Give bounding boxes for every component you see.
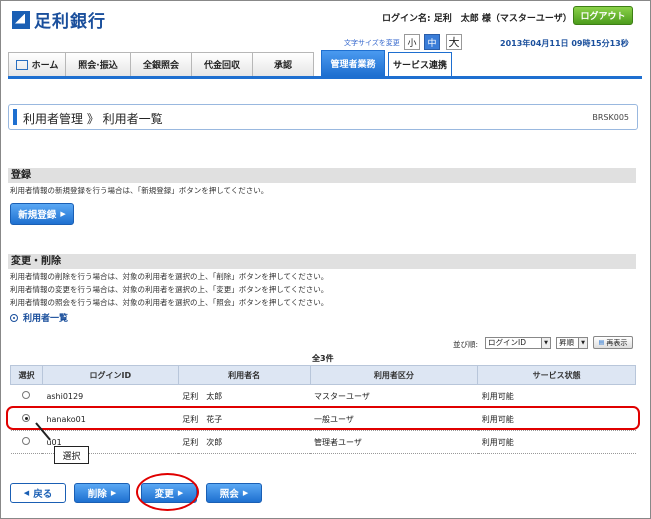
arrow-right-icon: ▶ bbox=[60, 210, 66, 218]
tab-approval[interactable]: 承認 bbox=[252, 52, 314, 76]
page-title-box: 利用者管理 》 利用者一覧 BRSK005 bbox=[8, 104, 638, 130]
table-row[interactable]: ashi0129 足利 太郎 マスターユーザ 利用可能 bbox=[10, 384, 636, 408]
table-header-row: 選択 ログインID 利用者名 利用者区分 サービス状態 bbox=[10, 365, 636, 385]
chevron-down-icon: ▼ bbox=[541, 338, 550, 348]
bank-name: 足利銀行 bbox=[34, 12, 106, 32]
tab-home[interactable]: ホーム bbox=[8, 52, 66, 76]
fontsize-small-button[interactable]: 小 bbox=[404, 34, 420, 50]
cell-user-name: 足利 次郎 bbox=[178, 430, 311, 454]
modify-description-change: 利用者情報の変更を行う場合は、対象の利用者を選択の上、「変更」ボタンを押してくだ… bbox=[10, 285, 329, 294]
register-description: 利用者情報の新規登録を行う場合は、「新規登録」ボタンを押してください。 bbox=[10, 186, 269, 195]
row-radio[interactable] bbox=[22, 391, 31, 399]
user-list-title: 利用者一覧 bbox=[10, 311, 68, 324]
cell-user-name: 足利 太郎 bbox=[178, 384, 311, 408]
arrow-right-icon: ▶ bbox=[242, 489, 249, 497]
column-header-service-status: サービス状態 bbox=[477, 365, 636, 385]
inquiry-label: 照会 bbox=[219, 489, 239, 500]
cell-service-status: 利用可能 bbox=[477, 384, 636, 408]
page-title-accent bbox=[13, 109, 17, 125]
login-info: ログイン名: 足利 太郎 様（マスターユーザ） bbox=[382, 11, 572, 24]
home-icon bbox=[15, 59, 28, 70]
delete-button[interactable]: 削除 ▶ bbox=[74, 483, 130, 503]
new-register-label: 新規登録 bbox=[18, 210, 57, 221]
modify-heading: 変更・削除 bbox=[8, 254, 636, 269]
back-label: 戻る bbox=[33, 489, 53, 500]
column-header-login-id: ログインID bbox=[41, 365, 179, 385]
modify-description-delete: 利用者情報の削除を行う場合は、対象の利用者を選択の上、「削除」ボタンを押してくだ… bbox=[10, 272, 329, 281]
tab-home-label: ホーム bbox=[31, 61, 59, 71]
modify-description-inquiry: 利用者情報の照会を行う場合は、対象の利用者を選択の上、「照会」ボタンを押してくだ… bbox=[10, 298, 329, 307]
sort-order-value: 昇順 bbox=[559, 338, 574, 347]
selected-row-highlight bbox=[6, 406, 640, 430]
column-header-user-type: 利用者区分 bbox=[309, 365, 479, 385]
redisplay-label: 再表示 bbox=[606, 338, 628, 347]
row-radio[interactable] bbox=[22, 437, 31, 445]
bank-logo: 足利銀行 bbox=[12, 7, 106, 32]
cell-user-type: マスターユーザ bbox=[310, 384, 478, 408]
bank-logo-icon bbox=[12, 10, 30, 29]
bullet-icon bbox=[10, 313, 18, 322]
delete-label: 削除 bbox=[87, 489, 107, 500]
row-select-cell bbox=[10, 384, 43, 408]
column-header-user-name: 利用者名 bbox=[177, 365, 311, 385]
back-button[interactable]: ◀ 戻る bbox=[10, 483, 66, 503]
cell-user-type: 管理者ユーザ bbox=[310, 430, 478, 454]
cell-service-status: 利用可能 bbox=[477, 430, 636, 454]
arrow-right-icon: ▶ bbox=[110, 489, 117, 497]
global-nav: ホーム 照会·振込 全銀照会 代金回収 承認 管理者業務 サービス連携 bbox=[8, 50, 642, 79]
new-register-button[interactable]: 新規登録 ▶ bbox=[10, 203, 74, 225]
fontsize-medium-button[interactable]: 中 bbox=[424, 34, 440, 50]
redisplay-button[interactable]: ▤ 再表示 bbox=[593, 336, 633, 349]
page-code: BRSK005 bbox=[592, 113, 629, 122]
arrow-left-icon: ◀ bbox=[23, 489, 30, 497]
user-list-title-text: 利用者一覧 bbox=[23, 314, 69, 324]
cell-login-id: ashi0129 bbox=[42, 384, 179, 408]
sort-key-select[interactable]: ログインID ▼ bbox=[485, 337, 551, 349]
tab-admin[interactable]: 管理者業務 bbox=[321, 50, 385, 76]
page-title: 利用者管理 》 利用者一覧 bbox=[23, 112, 163, 126]
table-row[interactable]: u01 足利 次郎 管理者ユーザ 利用可能 bbox=[10, 430, 636, 454]
login-label: ログイン名: bbox=[382, 14, 431, 24]
inquiry-button[interactable]: 照会 ▶ bbox=[206, 483, 262, 503]
register-heading: 登録 bbox=[8, 168, 636, 183]
logout-button[interactable]: ログアウト bbox=[573, 6, 633, 25]
tab-collection[interactable]: 代金回収 bbox=[191, 52, 253, 76]
tab-inquiry-transfer[interactable]: 照会·振込 bbox=[65, 52, 131, 76]
tab-zengin-inquiry[interactable]: 全銀照会 bbox=[130, 52, 192, 76]
login-user: 足利 太郎 様（マスターユーザ） bbox=[433, 14, 572, 24]
refresh-icon: ▤ bbox=[598, 339, 605, 346]
chevron-down-icon: ▼ bbox=[578, 338, 587, 348]
row-select-cell bbox=[10, 430, 43, 454]
sort-order-select[interactable]: 昇順 ▼ bbox=[556, 337, 588, 349]
tab-service-link[interactable]: サービス連携 bbox=[388, 52, 452, 76]
sort-key-value: ログインID bbox=[488, 338, 526, 347]
fontsize-large-button[interactable]: 大 bbox=[446, 34, 462, 50]
fontsize-label: 文字サイズを変更 bbox=[344, 39, 400, 47]
change-button-highlight bbox=[136, 473, 199, 511]
result-count: 全3件 bbox=[312, 354, 334, 363]
current-datetime: 2013年04月11日 09時15分13秒 bbox=[500, 39, 629, 48]
sort-label: 並び順: bbox=[453, 340, 479, 349]
column-header-select: 選択 bbox=[10, 365, 43, 385]
select-callout: 選択 bbox=[54, 446, 89, 464]
